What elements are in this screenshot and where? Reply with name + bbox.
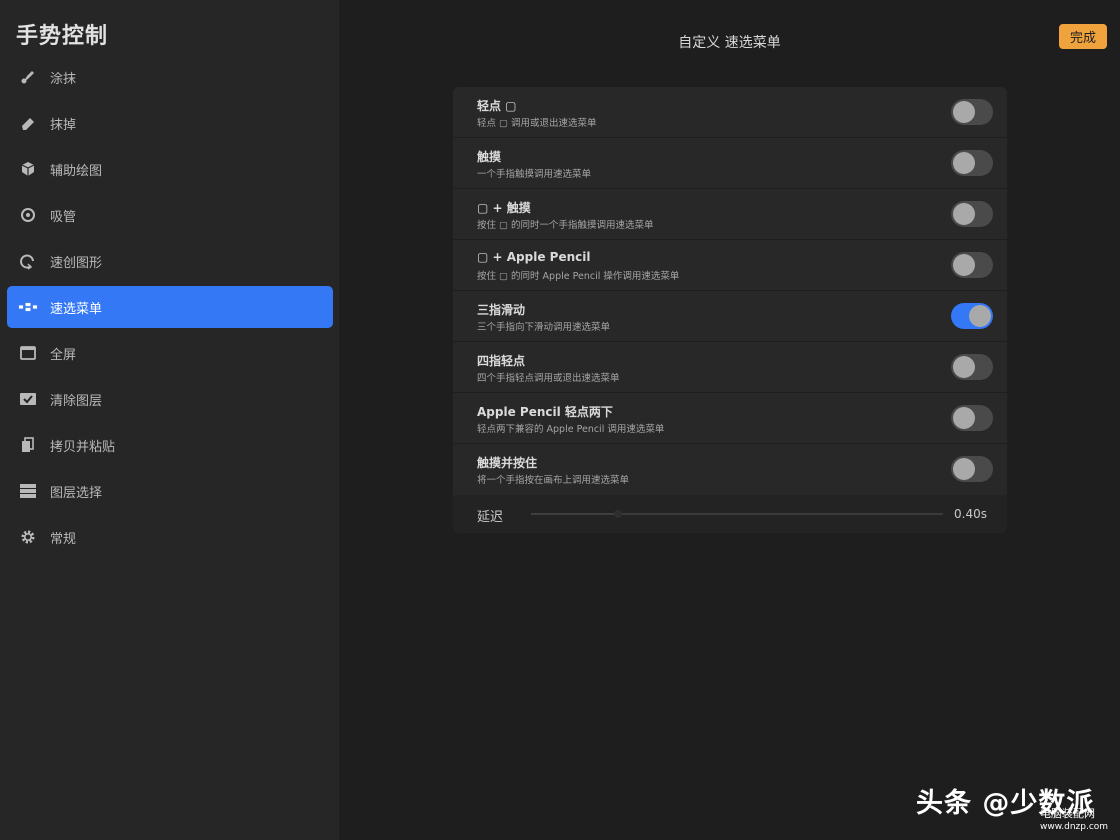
sidebar-item-label: 吸管 bbox=[50, 209, 77, 225]
toggle-knob bbox=[953, 458, 975, 480]
setting-subtitle: 将一个手指按在画布上调用速选菜单 bbox=[477, 475, 630, 486]
clear-layer-icon bbox=[19, 390, 37, 408]
cube-icon bbox=[19, 160, 37, 178]
setting-row-four-finger-tap: 四指轻点 四个手指轻点调用或退出速选菜单 bbox=[453, 342, 1007, 393]
quickshape-icon bbox=[19, 252, 37, 270]
sidebar-item-layer-select[interactable]: 图层选择 bbox=[7, 470, 333, 512]
toggle-knob bbox=[953, 356, 975, 378]
toggle-square-touch[interactable] bbox=[951, 201, 993, 227]
setting-subtitle: 轻点两下兼容的 Apple Pencil 调用速选菜单 bbox=[477, 424, 665, 435]
toggle-touch[interactable] bbox=[951, 150, 993, 176]
delay-value: 0.40s bbox=[954, 507, 987, 521]
sidebar-item-copy-paste[interactable]: 拷贝并粘贴 bbox=[7, 424, 333, 466]
setting-subtitle: 按住 ▢ 的同时 Apple Pencil 操作调用速选菜单 bbox=[477, 271, 680, 282]
toggle-touch-and-hold[interactable] bbox=[951, 456, 993, 482]
setting-title: 三指滑动 bbox=[477, 303, 526, 317]
setting-subtitle: 三个手指向下滑动调用速选菜单 bbox=[477, 322, 611, 333]
delay-slider[interactable] bbox=[531, 510, 943, 518]
toggle-square-pencil[interactable] bbox=[951, 252, 993, 278]
sidebar-title: 手势控制 bbox=[16, 24, 109, 49]
delay-row: 延迟 0.40s bbox=[453, 495, 1007, 533]
sidebar-item-label: 拷贝并粘贴 bbox=[50, 439, 116, 455]
delay-label: 延迟 bbox=[477, 510, 504, 525]
eraser-icon bbox=[19, 114, 37, 132]
setting-title: 轻点 ▢ bbox=[477, 99, 517, 113]
toggle-four-finger-tap[interactable] bbox=[951, 354, 993, 380]
setting-row-touch-and-hold: 触摸并按住 将一个手指按在画布上调用速选菜单 bbox=[453, 444, 1007, 495]
fullscreen-icon bbox=[19, 344, 37, 362]
delay-slider-handle[interactable] bbox=[613, 510, 622, 518]
setting-title: 触摸并按住 bbox=[477, 456, 538, 470]
setting-row-tap-square: 轻点 ▢ 轻点 ▢ 调用或退出速选菜单 bbox=[453, 87, 1007, 138]
page-title: 自定义 速选菜单 bbox=[678, 35, 781, 51]
toggle-three-finger-swipe[interactable] bbox=[951, 303, 993, 329]
sidebar-nav: 涂抹 抹掉 辅助绘图 吸管 速创图形 速选菜单 全屏 清除图层 拷贝并粘贴 图层… bbox=[7, 56, 333, 562]
setting-row-square-pencil: ▢ + Apple Pencil 按住 ▢ 的同时 Apple Pencil 操… bbox=[453, 240, 1007, 291]
delay-slider-fill bbox=[531, 513, 618, 515]
toggle-pencil-double-tap[interactable] bbox=[951, 405, 993, 431]
sidebar-item-quickmenu[interactable]: 速选菜单 bbox=[7, 286, 333, 328]
sidebar-item-general[interactable]: 常规 bbox=[7, 516, 333, 558]
sidebar-item-label: 涂抹 bbox=[50, 71, 77, 87]
sidebar-item-label: 速创图形 bbox=[50, 255, 103, 271]
watermark-site: 电脑装配网 bbox=[1040, 807, 1095, 820]
toggle-knob bbox=[969, 305, 991, 327]
setting-row-square-touch: ▢ + 触摸 按住 ▢ 的同时一个手指触摸调用速选菜单 bbox=[453, 189, 1007, 240]
sidebar-item-drawing-assist[interactable]: 辅助绘图 bbox=[7, 148, 333, 190]
setting-title: 触摸 bbox=[477, 150, 502, 164]
sidebar-item-label: 抹掉 bbox=[50, 117, 77, 133]
layer-select-icon bbox=[19, 482, 37, 500]
setting-title: Apple Pencil 轻点两下 bbox=[477, 405, 613, 419]
sidebar-item-label: 清除图层 bbox=[50, 393, 103, 409]
sidebar-item-clear-layer[interactable]: 清除图层 bbox=[7, 378, 333, 420]
sidebar-item-label: 全屏 bbox=[50, 347, 77, 363]
sidebar-item-label: 常规 bbox=[50, 531, 77, 547]
smudge-brush-icon bbox=[19, 68, 37, 86]
settings-panel: 轻点 ▢ 轻点 ▢ 调用或退出速选菜单 触摸 一个手指触摸调用速选菜单 ▢ + … bbox=[453, 87, 1007, 533]
setting-row-three-finger-swipe: 三指滑动 三个手指向下滑动调用速选菜单 bbox=[453, 291, 1007, 342]
setting-title: 四指轻点 bbox=[477, 354, 526, 368]
sidebar-item-smudge[interactable]: 涂抹 bbox=[7, 56, 333, 98]
setting-subtitle: 一个手指触摸调用速选菜单 bbox=[477, 169, 592, 180]
sidebar-item-erase[interactable]: 抹掉 bbox=[7, 102, 333, 144]
setting-subtitle: 轻点 ▢ 调用或退出速选菜单 bbox=[477, 118, 597, 129]
toggle-knob bbox=[953, 101, 975, 123]
done-button[interactable]: 完成 bbox=[1059, 24, 1107, 49]
sidebar-item-label: 辅助绘图 bbox=[50, 163, 103, 179]
sidebar-item-eyedropper[interactable]: 吸管 bbox=[7, 194, 333, 236]
eyedropper-circle-icon bbox=[19, 206, 37, 224]
sidebar: 手势控制 涂抹 抹掉 辅助绘图 吸管 速创图形 速选菜单 全屏 清除图层 拷贝并… bbox=[0, 0, 339, 840]
toggle-knob bbox=[953, 203, 975, 225]
toggle-knob bbox=[953, 152, 975, 174]
sidebar-item-label: 速选菜单 bbox=[50, 301, 103, 317]
toggle-knob bbox=[953, 407, 975, 429]
sidebar-item-fullscreen[interactable]: 全屏 bbox=[7, 332, 333, 374]
setting-row-pencil-double-tap: Apple Pencil 轻点两下 轻点两下兼容的 Apple Pencil 调… bbox=[453, 393, 1007, 444]
quickmenu-icon bbox=[19, 298, 37, 316]
sidebar-item-label: 图层选择 bbox=[50, 485, 103, 501]
setting-subtitle: 按住 ▢ 的同时一个手指触摸调用速选菜单 bbox=[477, 220, 654, 231]
setting-title: ▢ + Apple Pencil bbox=[477, 250, 591, 264]
toggle-tap-square[interactable] bbox=[951, 99, 993, 125]
toggle-knob bbox=[953, 254, 975, 276]
setting-title: ▢ + 触摸 bbox=[477, 201, 531, 215]
copy-paste-icon bbox=[19, 436, 37, 454]
sidebar-item-quickshape[interactable]: 速创图形 bbox=[7, 240, 333, 282]
watermark-url: www.dnzp.com bbox=[1040, 822, 1109, 832]
gear-icon bbox=[19, 528, 37, 546]
setting-row-touch: 触摸 一个手指触摸调用速选菜单 bbox=[453, 138, 1007, 189]
setting-subtitle: 四个手指轻点调用或退出速选菜单 bbox=[477, 373, 620, 384]
